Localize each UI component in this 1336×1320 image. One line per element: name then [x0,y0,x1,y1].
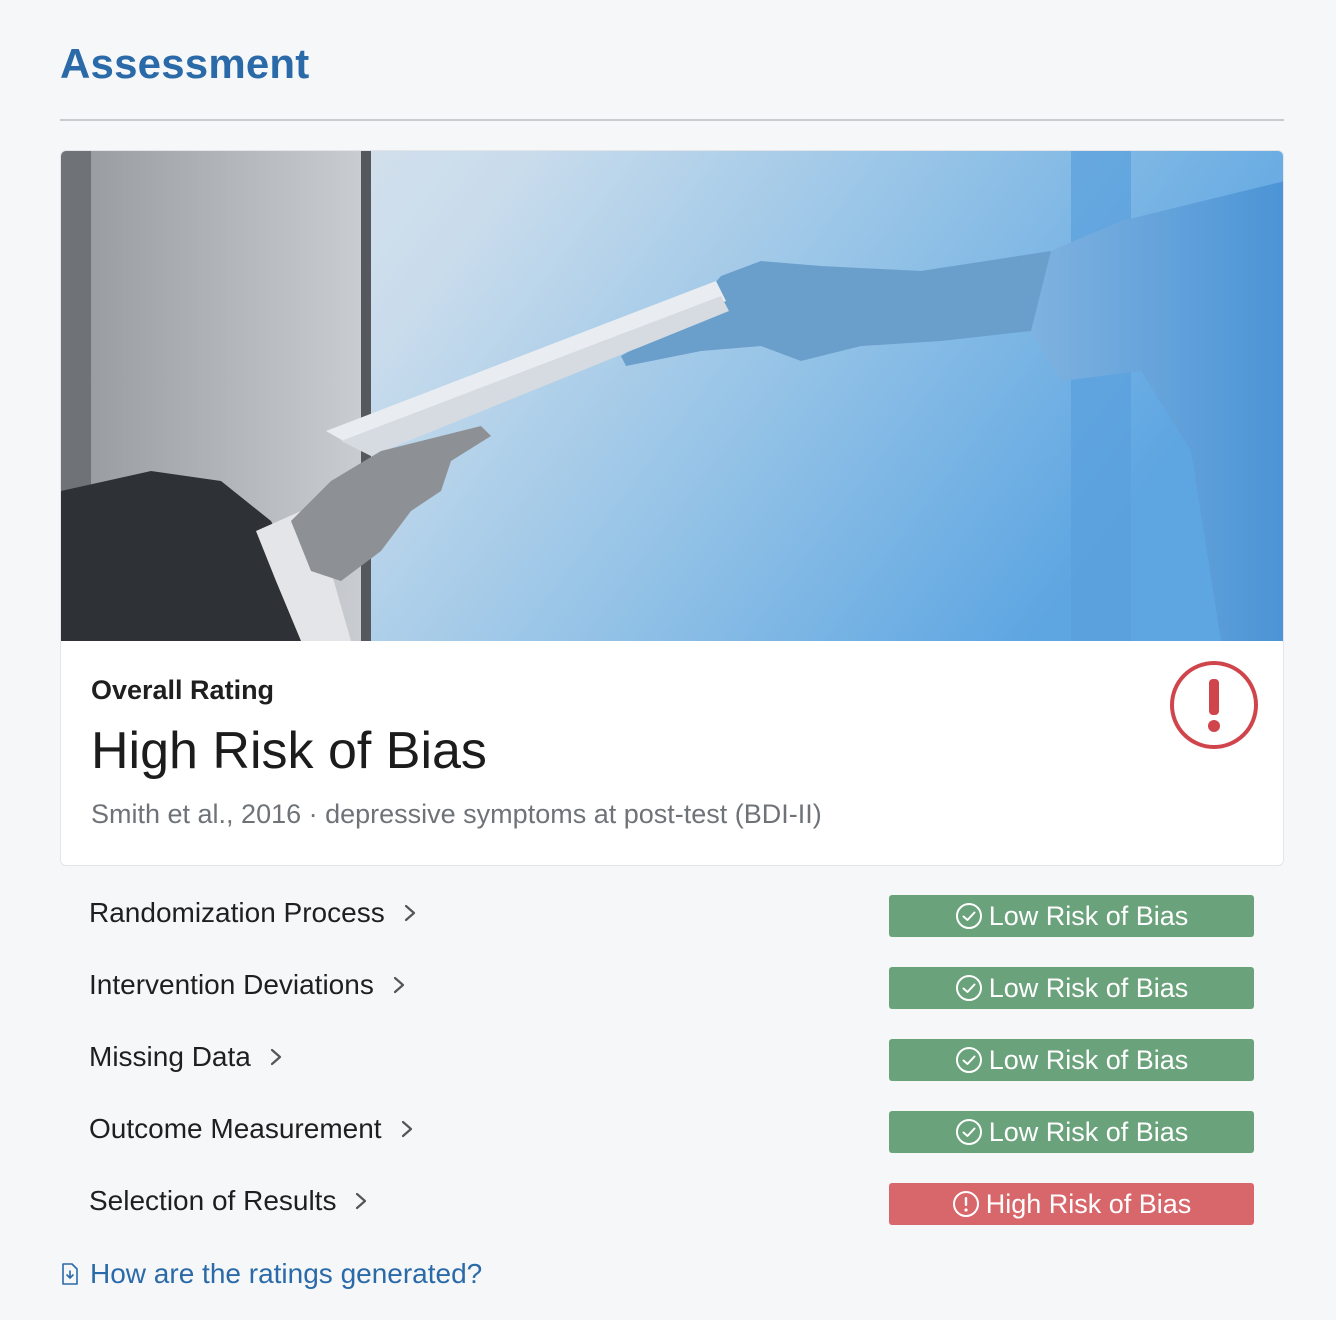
page-title: Assessment [60,40,310,87]
domain-row-missing-data[interactable]: Missing Data Low Risk of Bias [60,1039,1284,1083]
check-circle-icon [955,1119,982,1145]
check-circle-icon [955,903,982,929]
status-badge: Low Risk of Bias [889,1111,1254,1153]
chevron-right-icon [270,1048,281,1066]
domain-row-intervention[interactable]: Intervention Deviations Low Risk of Bias [60,967,1284,1011]
domain-label: Outcome Measurement [89,1113,382,1144]
status-badge-label: Low Risk of Bias [988,900,1189,931]
chevron-right-icon [356,1192,367,1210]
ratings-help-label[interactable]: How are the ratings generated? [90,1258,482,1290]
ratings-help-link[interactable]: How are the ratings generated? [60,1258,482,1290]
domain-row-outcome[interactable]: Outcome Measurement Low Risk of Bias [60,1111,1284,1155]
hero-image [61,151,1283,641]
domain-link-randomization[interactable]: Randomization Process [89,897,421,929]
alert-circle-icon [1170,661,1258,749]
chevron-right-icon [393,976,404,994]
status-badge: Low Risk of Bias [889,967,1254,1009]
study-citation: Smith et al., 2016 · depressive symptoms… [91,799,822,829]
domain-label: Missing Data [89,1041,251,1072]
chevron-right-icon [404,904,415,922]
alert-circle-icon [952,1191,979,1217]
domain-link-outcome[interactable]: Outcome Measurement [89,1113,418,1145]
overall-rating-card: Overall Rating High Risk of Bias Smith e… [60,150,1284,866]
status-badge-label: Low Risk of Bias [988,1116,1189,1147]
status-badge: High Risk of Bias [889,1183,1254,1225]
domain-row-randomization[interactable]: Randomization Process Low Risk of Bias [60,895,1284,939]
assessment-page: Assessment Overall Rating High Risk of B… [0,0,1336,1320]
chevron-right-icon [401,1120,412,1138]
status-badge: Low Risk of Bias [889,1039,1254,1081]
title-divider [60,119,1284,121]
domain-label: Randomization Process [89,897,385,928]
domain-label: Intervention Deviations [89,969,374,1000]
domain-label: Selection of Results [89,1185,337,1216]
check-circle-icon [955,1047,982,1073]
status-badge: Low Risk of Bias [889,895,1254,937]
check-circle-icon [955,975,982,1001]
status-badge-label: Low Risk of Bias [988,972,1189,1003]
status-badge-label: High Risk of Bias [985,1188,1192,1219]
overall-rating-label: Overall Rating [91,675,275,705]
domain-row-selection[interactable]: Selection of Results High Risk of Bias [60,1183,1284,1227]
overall-rating-value: High Risk of Bias [91,722,487,780]
document-download-icon [62,1263,78,1285]
status-badge-label: Low Risk of Bias [988,1044,1189,1075]
domain-link-intervention[interactable]: Intervention Deviations [89,969,410,1001]
domain-link-missing-data[interactable]: Missing Data [89,1041,287,1073]
domain-link-selection[interactable]: Selection of Results [89,1185,372,1217]
